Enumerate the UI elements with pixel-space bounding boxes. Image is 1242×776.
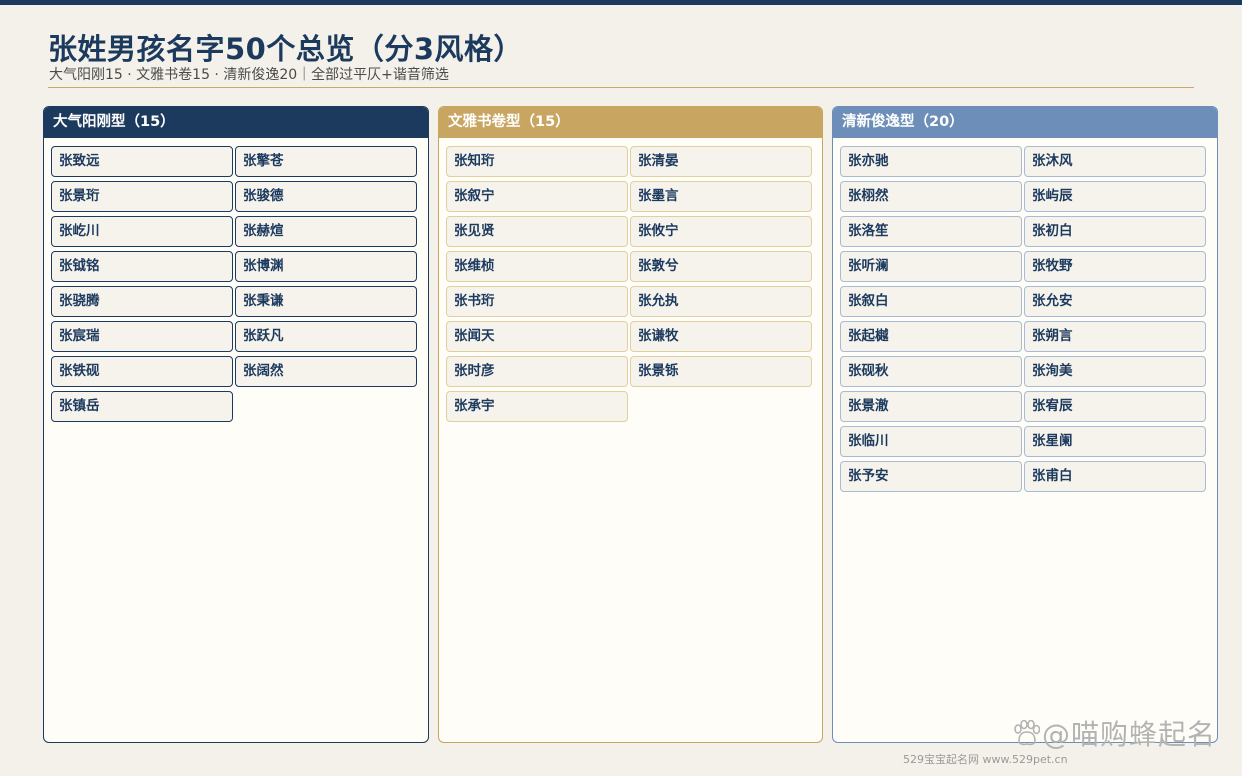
name-chip: 张墨言 — [630, 181, 812, 212]
page-title: 张姓男孩名字50个总览（分3风格） — [48, 32, 524, 66]
name-chip: 张亦驰 — [840, 146, 1022, 177]
name-chip: 张敦兮 — [630, 251, 812, 282]
name-chip: 张宥辰 — [1024, 391, 1206, 422]
group-title: 清新俊逸型（20） — [833, 107, 1217, 138]
name-chip: 张甫白 — [1024, 461, 1206, 492]
name-chip: 张时彦 — [446, 356, 628, 387]
name-chip: 张铁砚 — [51, 356, 233, 387]
name-chip: 张予安 — [840, 461, 1022, 492]
name-chip: 张初白 — [1024, 216, 1206, 247]
page-subtitle: 大气阳刚15 · 文雅书卷15 · 清新俊逸20｜全部过平仄+谐音筛选 — [49, 67, 449, 83]
name-chip: 张景铄 — [630, 356, 812, 387]
header-divider — [48, 87, 1194, 88]
name-chip: 张赫煊 — [235, 216, 417, 247]
name-chip: 张叙白 — [840, 286, 1022, 317]
name-chip: 张允安 — [1024, 286, 1206, 317]
name-chip: 张屹川 — [51, 216, 233, 247]
name-chip: 张书珩 — [446, 286, 628, 317]
name-chip: 张致远 — [51, 146, 233, 177]
name-chip: 张镇岳 — [51, 391, 233, 422]
name-chip: 张阔然 — [235, 356, 417, 387]
name-chip: 张星阑 — [1024, 426, 1206, 457]
name-chip: 张朔言 — [1024, 321, 1206, 352]
name-chip: 张骁腾 — [51, 286, 233, 317]
name-chip: 张知珩 — [446, 146, 628, 177]
top-accent-bar — [0, 0, 1242, 5]
name-chip: 张沐风 — [1024, 146, 1206, 177]
name-chip: 张屿辰 — [1024, 181, 1206, 212]
watermark-text: @喵购蜂起名 — [1041, 718, 1216, 751]
group-panel-3: 清新俊逸型（20） 张亦驰 张沐风 张栩然 张屿辰 张洛笙 张初白 张听澜 张牧野 张叙白 张允安… — [832, 106, 1218, 743]
name-chip: 张见贤 — [446, 216, 628, 247]
name-chip: 张临川 — [840, 426, 1022, 457]
name-chip: 张砚秋 — [840, 356, 1022, 387]
name-chip: 张景珩 — [51, 181, 233, 212]
name-chip: 张擎苍 — [235, 146, 417, 177]
name-chip: 张听澜 — [840, 251, 1022, 282]
name-chip: 张维桢 — [446, 251, 628, 282]
name-chip: 张攸宁 — [630, 216, 812, 247]
name-chip: 张跃凡 — [235, 321, 417, 352]
name-chip: 张叙宁 — [446, 181, 628, 212]
name-chip: 张谦牧 — [630, 321, 812, 352]
name-chip: 张承宇 — [446, 391, 628, 422]
name-chip: 张洛笙 — [840, 216, 1022, 247]
paw-icon — [1012, 719, 1041, 746]
footer-source: 529宝宝起名网 www.529pet.cn — [903, 753, 1068, 766]
name-chip: 张牧野 — [1024, 251, 1206, 282]
name-grid: 张知珩 张清晏 张叙宁 张墨言 张见贤 张攸宁 张维桢 张敦兮 张书珩 张允执 张闻天 张谦牧 张时彦张… — [439, 138, 822, 422]
group-panel-1: 大气阳刚型（15） 张致远 张擎苍 张景珩 张骏德 张屹川 张赫煊 张钺铭 张博渊 张骁腾 张秉谦… — [43, 106, 429, 743]
name-chip: 张栩然 — [840, 181, 1022, 212]
name-chip: 张闻天 — [446, 321, 628, 352]
name-chip: 张洵美 — [1024, 356, 1206, 387]
name-chip: 张清晏 — [630, 146, 812, 177]
name-chip: 张宸瑞 — [51, 321, 233, 352]
name-chip: 张景澈 — [840, 391, 1022, 422]
name-grid: 张致远 张擎苍 张景珩 张骏德 张屹川 张赫煊 张钺铭 张博渊 张骁腾 张秉谦 张宸瑞 张跃凡 张铁砚张… — [44, 138, 428, 422]
watermark: @喵购蜂起名 — [1012, 713, 1216, 753]
name-chip: 张博渊 — [235, 251, 417, 282]
name-chip: 张起樾 — [840, 321, 1022, 352]
name-chip: 张骏德 — [235, 181, 417, 212]
name-chip: 张秉谦 — [235, 286, 417, 317]
name-chip: 张允执 — [630, 286, 812, 317]
name-grid: 张亦驰 张沐风 张栩然 张屿辰 张洛笙 张初白 张听澜 张牧野 张叙白 张允安 张起樾 张朔言 张砚秋张… — [833, 138, 1217, 492]
group-panel-2: 文雅书卷型（15） 张知珩 张清晏 张叙宁 张墨言 张见贤 张攸宁 张维桢 张敦兮 张书珩 张允执… — [438, 106, 823, 743]
name-chip: 张钺铭 — [51, 251, 233, 282]
group-title: 大气阳刚型（15） — [44, 107, 428, 138]
group-title: 文雅书卷型（15） — [439, 107, 822, 138]
